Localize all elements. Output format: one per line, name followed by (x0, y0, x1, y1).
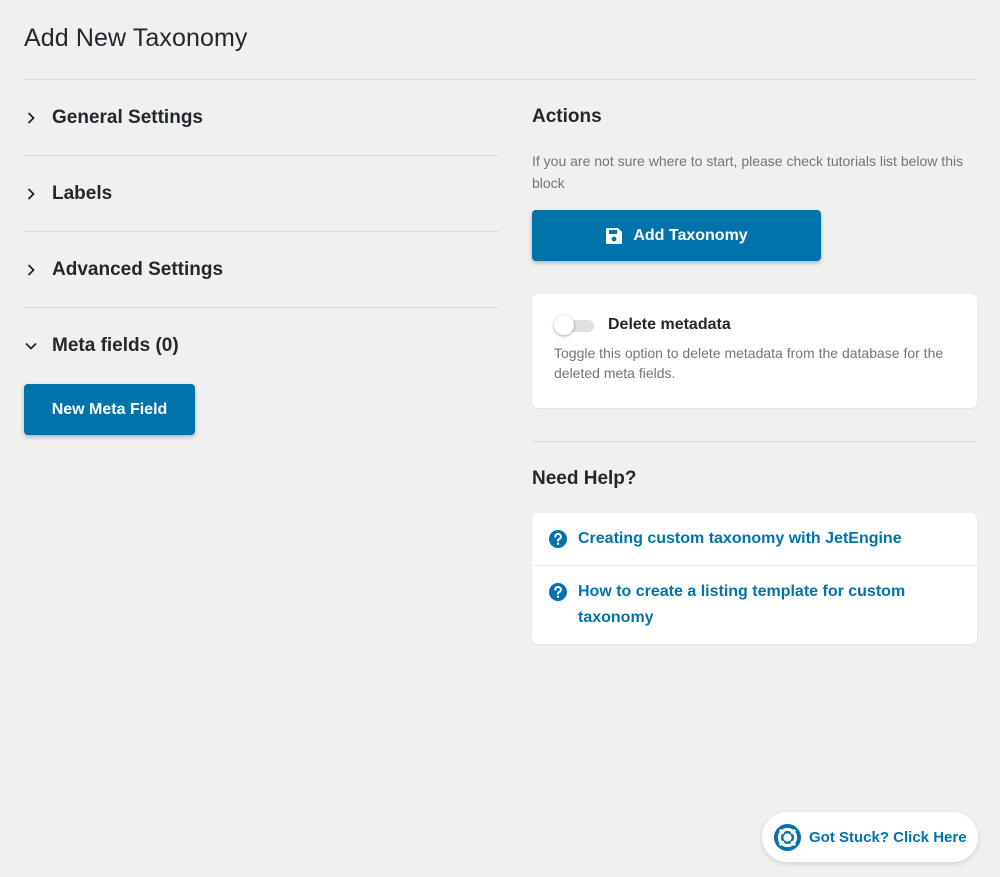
accordion-label: Labels (52, 182, 113, 204)
help-link-label: Creating custom taxonomy with JetEngine (578, 530, 902, 547)
add-taxonomy-button[interactable]: Add Taxonomy (532, 210, 821, 261)
chevron-right-icon (24, 256, 52, 284)
delete-metadata-row: Delete metadata (554, 315, 955, 335)
got-stuck-label: Got Stuck? Click Here (809, 828, 967, 846)
settings-column: General Settings Labels Advanced Setting… (24, 80, 499, 435)
accordion-labels[interactable]: Labels (24, 156, 499, 232)
need-help-title: Need Help? (532, 468, 637, 489)
chevron-right-icon (24, 180, 52, 208)
new-meta-field-button[interactable]: New Meta Field (24, 384, 195, 435)
delete-metadata-description: Toggle this option to delete metadata fr… (554, 345, 944, 381)
delete-metadata-toggle[interactable] (554, 315, 594, 335)
lifebuoy-icon (774, 823, 801, 851)
accordion-meta-fields[interactable]: Meta fields (0) (24, 308, 499, 384)
question-circle-icon (549, 530, 567, 548)
question-circle-icon (549, 583, 567, 601)
accordion-general-settings[interactable]: General Settings (24, 80, 499, 156)
actions-description: If you are not sure where to start, plea… (532, 153, 964, 191)
help-links-card: Creating custom taxonomy with JetEngine … (532, 513, 977, 644)
accordion-advanced-settings[interactable]: Advanced Settings (24, 232, 499, 308)
accordion-label: Advanced Settings (52, 258, 224, 280)
accordion-label: Meta fields (0) (52, 335, 179, 356)
actions-title: Actions (532, 106, 602, 127)
help-link-listing-template[interactable]: How to create a listing template for cus… (532, 566, 977, 631)
chevron-down-icon (24, 332, 52, 360)
page-title: Add New Taxonomy (24, 24, 248, 52)
delete-metadata-label: Delete metadata (608, 316, 731, 333)
page: Add New Taxonomy General Settings Labels… (0, 0, 1000, 877)
toggle-knob (554, 315, 574, 335)
got-stuck-button[interactable]: Got Stuck? Click Here (762, 812, 978, 862)
help-divider (532, 441, 977, 442)
help-link-custom-taxonomy[interactable]: Creating custom taxonomy with JetEngine (532, 513, 977, 566)
help-link-label: How to create a listing template for cus… (578, 583, 906, 626)
add-taxonomy-label: Add Taxonomy (633, 226, 748, 244)
floppy-disk-icon (606, 227, 623, 244)
accordion-label: General Settings (52, 106, 203, 128)
chevron-right-icon (24, 104, 52, 132)
delete-metadata-card: Delete metadata Toggle this option to de… (532, 294, 977, 408)
